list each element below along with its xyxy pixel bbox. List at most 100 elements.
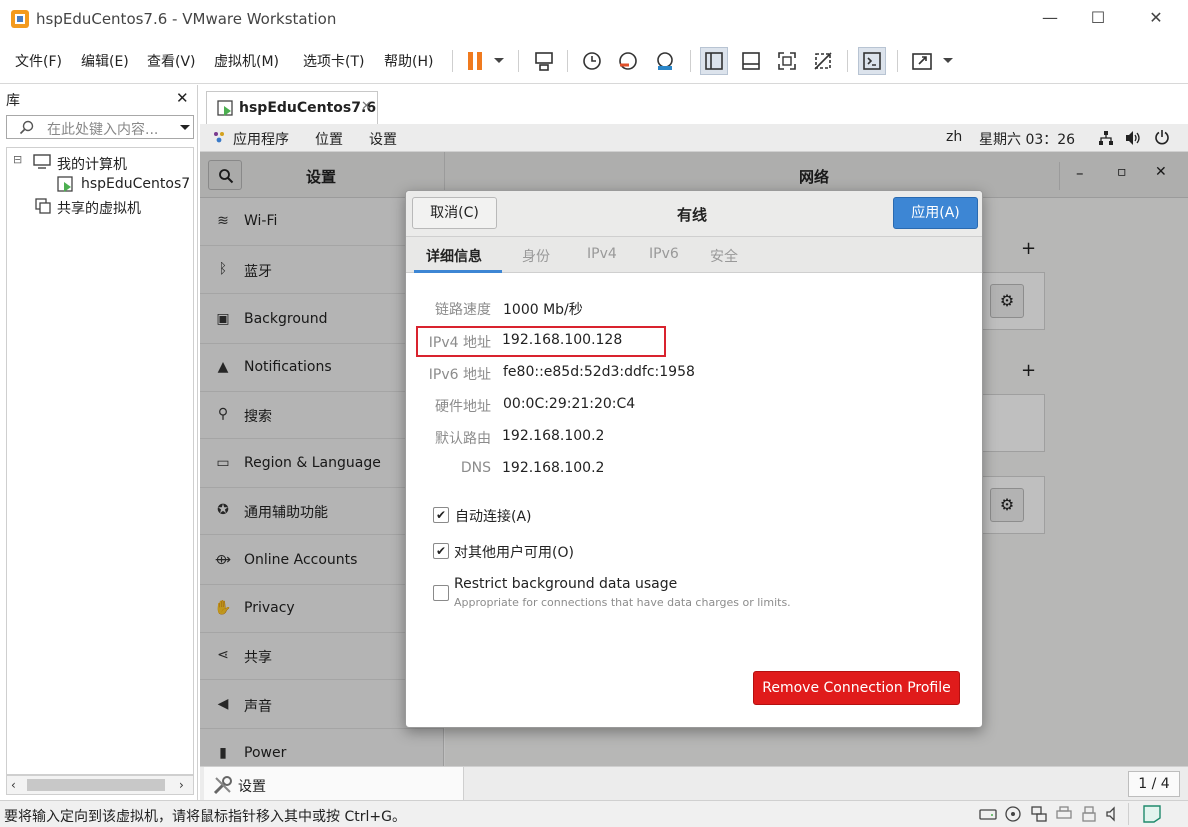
ipv4-value: 192.168.100.128 [502,332,623,348]
minimize-button[interactable]: — [1040,8,1060,28]
show-library-icon[interactable] [700,47,728,75]
menu-edit[interactable]: 编辑(E) [81,51,129,71]
menu-tabs[interactable]: 选项卡(T) [303,51,364,71]
menu-bar: 文件(F) 编辑(E) 查看(V) 虚拟机(M) 选项卡(T) 帮助(H) [0,38,1188,84]
gnome-applications-menu[interactable]: 应用程序 [233,129,289,149]
hard-disk-icon[interactable] [978,806,998,822]
settings-tools-icon [213,776,232,795]
restrict-background-label[interactable]: Restrict background data usage [454,576,677,592]
message-icon[interactable] [1142,804,1162,824]
active-tab-indicator [414,270,502,273]
tab-ipv6[interactable]: IPv6 [649,246,679,262]
tree-my-computer[interactable]: 我的计算机 [57,154,127,174]
dns-value: 192.168.100.2 [502,460,605,476]
menu-help[interactable]: 帮助(H) [384,51,433,71]
unity-mode-icon[interactable] [809,47,837,75]
menu-view[interactable]: 查看(V) [147,51,196,71]
status-bar: 要将输入定向到该虚拟机，请将鼠标指针移入其中或按 Ctrl+G。 [0,800,1188,827]
available-all-users-label[interactable]: 对其他用户可用(O) [454,542,574,562]
status-text: 要将输入定向到该虚拟机，请将鼠标指针移入其中或按 Ctrl+G。 [4,809,406,825]
printer-icon[interactable] [1055,805,1073,823]
auto-connect-checkbox[interactable]: ✔ [433,507,449,523]
wired-settings-dialog: 取消(C) 有线 应用(A) 详细信息 身份 IPv4 IPv6 安全 链路速度… [405,190,983,728]
library-close-icon[interactable]: ✕ [176,89,189,107]
power-menu-icon[interactable] [1154,129,1170,145]
volume-icon[interactable] [1124,130,1142,146]
stretch-icon[interactable] [908,47,936,75]
revert-snapshot-icon[interactable] [614,47,642,75]
gnome-foot-icon [214,132,224,143]
scroll-right-icon[interactable]: › [179,778,184,792]
gnome-settings-menu[interactable]: 设置 [369,129,397,149]
remove-connection-button[interactable]: Remove Connection Profile [753,671,960,705]
library-header: 库 ✕ [0,85,198,113]
scroll-left-icon[interactable]: ‹ [11,778,16,792]
snapshot-manager-icon[interactable] [651,47,679,75]
tab-close-icon[interactable]: ✕ [361,99,372,114]
close-button[interactable]: ✕ [1146,8,1166,28]
toolbar-separator [897,50,898,72]
tab-identity[interactable]: 身份 [522,246,550,266]
dialog-header: 取消(C) 有线 应用(A) [406,191,982,237]
chevron-down-icon[interactable] [936,47,960,75]
restrict-background-hint: Appropriate for connections that have da… [454,596,791,609]
vm-icon [57,176,73,192]
workspace-indicator[interactable]: 1 / 4 [1128,771,1180,797]
library-scrollbar[interactable]: ‹ › [6,775,194,795]
tree-vm-item[interactable]: hspEduCentos7 [81,176,190,192]
network-adapter-icon[interactable] [1030,805,1048,823]
restrict-background-checkbox[interactable] [433,585,449,601]
ipv4-label: IPv4 地址 [428,335,491,351]
search-placeholder: 在此处键入内容... [47,122,159,138]
thumbnail-bar-icon[interactable] [737,47,765,75]
chevron-down-icon[interactable] [179,124,191,132]
dns-label: DNS [460,460,491,476]
scroll-thumb[interactable] [27,779,165,791]
vm-tab[interactable]: hspEduCentos7.6 ✕ [206,91,378,125]
library-search[interactable]: 在此处键入内容... [6,115,194,139]
computer-icon [33,154,51,169]
chevron-down-icon[interactable] [487,47,511,75]
snapshot-icon[interactable] [578,47,606,75]
cancel-button[interactable]: 取消(C) [412,197,497,229]
vm-bottom-bar: 设置 1 / 4 [200,766,1188,801]
vmware-logo-icon [11,10,29,28]
cd-rom-icon[interactable] [1004,805,1022,823]
menu-vm[interactable]: 虚拟机(M) [214,51,279,71]
ipv6-label: IPv6 地址 [428,367,491,383]
ipv6-value: fe80::e85d:52d3:ddfc:1958 [503,364,695,380]
taskbar-settings-item[interactable]: 设置 [204,767,464,801]
sound-card-icon[interactable] [1104,805,1122,823]
available-all-users-checkbox[interactable]: ✔ [433,543,449,559]
pause-icon[interactable] [461,47,489,75]
tab-security[interactable]: 安全 [710,246,738,266]
hardware-address-label: 硬件地址 [435,399,491,415]
maximize-button[interactable]: ☐ [1088,8,1108,28]
gnome-places-menu[interactable]: 位置 [315,129,343,149]
hardware-address-value: 00:0C:29:21:20:C4 [503,396,636,412]
menu-file[interactable]: 文件(F) [15,51,62,71]
gnome-lang[interactable]: zh [946,129,962,145]
gnome-clock[interactable]: 星期六 03：26 [979,129,1075,149]
tree-shared-vms[interactable]: 共享的虚拟机 [57,198,141,218]
default-route-value: 192.168.100.2 [502,428,605,444]
tab-ipv4[interactable]: IPv4 [587,246,617,262]
dialog-tabs: 详细信息 身份 IPv4 IPv6 安全 [406,237,982,273]
send-ctrl-alt-del-icon[interactable] [530,47,558,75]
taskbar-settings-label: 设置 [238,779,266,795]
tab-details[interactable]: 详细信息 [426,246,482,266]
fullscreen-icon[interactable] [773,47,801,75]
toolbar-separator [567,50,568,72]
gnome-top-bar: 应用程序 位置 设置 zh 星期六 03：26 [200,124,1188,152]
library-panel: 库 ✕ 在此处键入内容... ⊟ 我的计算机 hspEduCentos7 共享的… [0,85,198,800]
network-wired-icon[interactable] [1098,130,1114,146]
apply-button[interactable]: 应用(A) [893,197,978,229]
title-bar: hspEduCentos7.6 - VMware Workstation — ☐… [0,0,1188,38]
console-view-icon[interactable] [858,47,886,75]
toolbar-separator [847,50,848,72]
status-separator [1128,803,1129,825]
vm-icon [217,100,233,116]
tree-expander-icon[interactable]: ⊟ [13,153,22,166]
auto-connect-label[interactable]: 自动连接(A) [455,506,532,526]
usb-icon[interactable] [1080,805,1098,823]
